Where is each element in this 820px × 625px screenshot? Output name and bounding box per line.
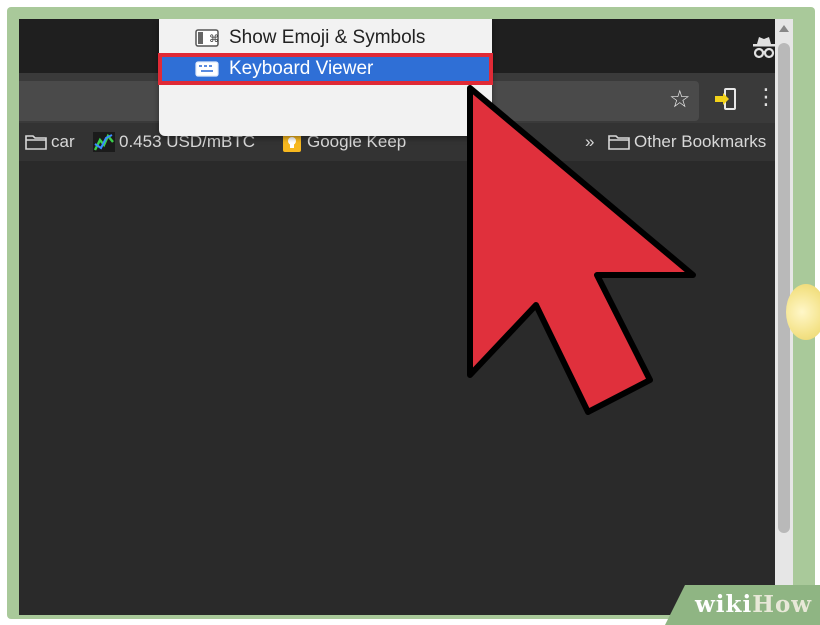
wikihow-logo: wikiHow xyxy=(695,591,813,618)
bookmark-label: car xyxy=(51,132,75,151)
overflow-chevron-icon: » xyxy=(585,132,595,151)
extension-icon[interactable] xyxy=(713,87,739,111)
glow-orb xyxy=(786,284,820,340)
menu-item-label: Keyboard Viewer xyxy=(229,58,374,79)
input-menu-dropdown: ⌘ Show Emoji & Symbols Keyboard Viewer xyxy=(158,19,493,136)
emoji-symbols-icon: ⌘ xyxy=(195,29,219,47)
browser-window: ☆ ⋮ car 0.453 USD/mBTC Google Keep » Oth… xyxy=(19,19,793,615)
menu-item-show-emoji-symbols[interactable]: ⌘ Show Emoji & Symbols xyxy=(159,23,492,53)
folder-icon xyxy=(608,135,630,150)
scroll-thumb[interactable] xyxy=(778,43,790,533)
keyboard-icon xyxy=(195,61,219,77)
scroll-up-arrow-icon[interactable] xyxy=(779,25,789,32)
incognito-icon xyxy=(753,37,775,59)
browser-menu-icon[interactable]: ⋮ xyxy=(755,83,777,113)
wikihow-watermark: wikiHow xyxy=(665,585,820,625)
bookmark-label: Other Bookmarks xyxy=(634,132,767,151)
svg-text:⌘: ⌘ xyxy=(209,34,219,45)
bookmark-car[interactable]: car xyxy=(25,131,75,153)
bookmark-other-bookmarks[interactable]: Other Bookmarks xyxy=(608,131,766,153)
bookmark-star-icon[interactable]: ☆ xyxy=(669,85,691,113)
chart-icon xyxy=(93,132,115,152)
menu-item-label: Show Emoji & Symbols xyxy=(229,27,426,48)
menu-item-keyboard-viewer[interactable]: Keyboard Viewer xyxy=(158,53,493,85)
folder-icon xyxy=(25,135,47,150)
bookmarks-overflow[interactable]: » xyxy=(585,131,594,153)
